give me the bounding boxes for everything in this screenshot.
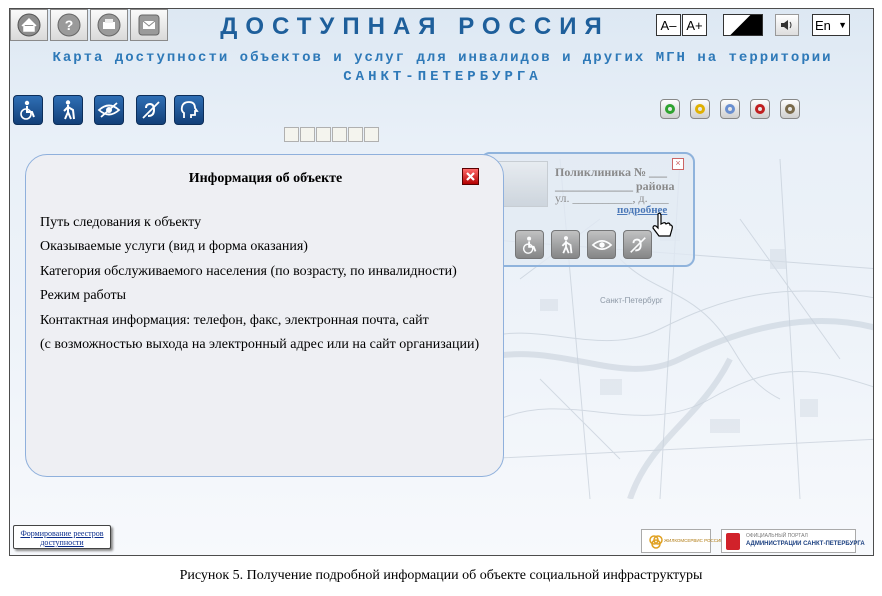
sound-button[interactable]: [775, 14, 799, 36]
print-button[interactable]: [90, 9, 128, 41]
eye-icon: [591, 239, 612, 250]
category-mobility-button[interactable]: [53, 95, 83, 125]
ring-blue-icon: [725, 104, 735, 114]
popup-close-icon[interactable]: ×: [672, 158, 684, 170]
registry-link-line-1: Формирование реестров: [20, 529, 104, 538]
ear-icon: [142, 101, 160, 119]
home-icon: [17, 13, 41, 37]
mail-button[interactable]: [130, 9, 168, 41]
info-item-schedule: Режим работы: [40, 288, 127, 304]
info-item-population: Категория обслуживаемого населения (по в…: [40, 263, 457, 279]
speaker-icon: [781, 20, 792, 30]
site-title: ДОСТУПНАЯ РОССИЯ: [220, 13, 610, 40]
draw-tool-button[interactable]: [316, 127, 331, 142]
popup-hearing-indicator: [623, 230, 652, 259]
figure-caption: Рисунок 5. Получение подробной информаци…: [179, 568, 703, 583]
font-increase-button[interactable]: A+: [682, 14, 707, 36]
contrast-button[interactable]: [723, 14, 763, 36]
partner-logo-1-text: ЖИЛКОМСЕРВИС РОССИИ: [664, 538, 724, 543]
layer-yellow-button[interactable]: [690, 99, 710, 119]
chevron-down-icon: ▼: [838, 20, 847, 30]
ring-green-icon: [665, 104, 675, 114]
search-tool-button[interactable]: [348, 127, 363, 142]
government-portal-logo[interactable]: ОФИЦИАЛЬНЫЙ ПОРТАЛ АДМИНИСТРАЦИИ САНКТ-П…: [721, 529, 865, 553]
erase-tool-button[interactable]: [332, 127, 347, 142]
subtitle-line-1: Карта доступности объектов и услуг для и…: [52, 50, 833, 66]
map-city-label: Санкт-Петербург: [600, 296, 663, 305]
registry-link-line-2: доступности: [40, 538, 84, 547]
subtitle-line-2: САНКТ-ПЕТЕРБУРГА: [343, 69, 542, 85]
mail-icon: [138, 14, 160, 36]
partner-emblem-icon: [649, 535, 663, 549]
person-cane-icon: [63, 100, 75, 120]
ring-yellow-icon: [695, 104, 705, 114]
print-icon: [97, 13, 121, 37]
layer-blue-button[interactable]: [720, 99, 740, 119]
wheelchair-icon: [20, 100, 35, 120]
close-icon: [466, 172, 475, 181]
popup-title: Поликлиника № ___: [555, 165, 668, 179]
help-icon: ?: [57, 13, 81, 37]
info-item-contacts: Контактная информация: телефон, факс, эл…: [40, 312, 429, 328]
font-decrease-button[interactable]: A–: [656, 14, 681, 36]
eye-icon: [97, 102, 121, 118]
page-subtitle: Карта доступности объектов и услуг для и…: [30, 49, 855, 87]
pan-tool-button[interactable]: [284, 127, 299, 142]
svg-text:?: ?: [65, 17, 74, 33]
ring-brown-icon: [785, 104, 795, 114]
government-emblem-icon: [726, 533, 740, 550]
language-value: En: [815, 17, 831, 33]
home-button[interactable]: [10, 9, 48, 41]
hand-cursor-icon: [652, 212, 673, 237]
info-list: Путь следования к объекту Оказываемые ус…: [40, 211, 479, 357]
info-panel-title: Информация об объекте: [188, 171, 343, 186]
info-item-contacts-note: (с возможностью выхода на электронный ад…: [40, 336, 480, 352]
category-mental-button[interactable]: [174, 95, 204, 125]
category-hearing-button[interactable]: [136, 95, 166, 125]
popup-mobility-indicator: [551, 230, 580, 259]
layer-brown-button[interactable]: [780, 99, 800, 119]
zoom-tool-button[interactable]: [300, 127, 315, 142]
popup-vision-indicator: [587, 230, 616, 259]
ear-icon: [629, 236, 646, 253]
app-window: Санкт-Петербург ? ДОСТУПНАЯ РОССИЯ A– A+: [9, 8, 874, 556]
object-info-panel: Информация об объекте Путь следования к …: [25, 154, 504, 477]
partner-logo-1[interactable]: ЖИЛКОМСЕРВИС РОССИИ: [641, 529, 724, 553]
language-select[interactable]: En ▼: [812, 14, 850, 36]
head-icon: [180, 101, 199, 118]
person-cane-icon: [561, 235, 572, 254]
info-item-services: Оказываемые услуги (вид и форма оказания…: [40, 239, 308, 255]
category-vision-button[interactable]: [94, 95, 124, 125]
layer-green-button[interactable]: [660, 99, 680, 119]
layer-red-button[interactable]: [750, 99, 770, 119]
info-item-route: Путь следования к объекту: [40, 215, 202, 230]
info-panel-close-button[interactable]: [462, 168, 479, 185]
registry-link-button[interactable]: Формирование реестров доступности: [13, 525, 111, 549]
help-button[interactable]: ?: [50, 9, 88, 41]
portal-logo-line-1: ОФИЦИАЛЬНЫЙ ПОРТАЛ: [746, 533, 808, 539]
layers-tool-button[interactable]: [364, 127, 379, 142]
category-wheelchair-button[interactable]: [13, 95, 43, 125]
portal-logo-line-2: АДМИНИСТРАЦИИ САНКТ-ПЕТЕРБУРГА: [746, 541, 865, 547]
wheelchair-icon: [522, 236, 536, 254]
ring-red-icon: [755, 104, 765, 114]
popup-wheelchair-indicator: [515, 230, 544, 259]
